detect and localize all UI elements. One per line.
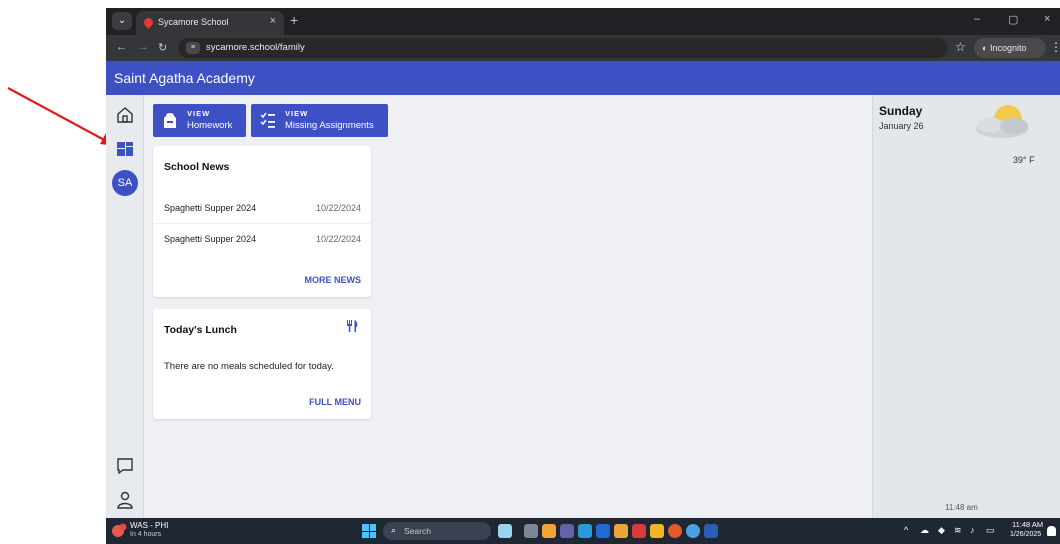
fork-knife-icon: [347, 320, 358, 332]
weather-date: January 26: [879, 121, 924, 131]
onedrive-icon[interactable]: ☁: [920, 525, 929, 536]
search-placeholder: Search: [404, 526, 431, 536]
taskbar-date[interactable]: 1/26/2025: [1010, 531, 1041, 538]
edge-icon[interactable]: [578, 524, 592, 538]
notification-bell-icon[interactable]: [1047, 526, 1056, 536]
web-page: Saint Agatha Academy SA VIEW Homework VI…: [106, 61, 1060, 518]
chrome-icon[interactable]: [668, 524, 682, 538]
news-title: Spaghetti Supper 2024: [164, 234, 257, 244]
card-title: Today's Lunch: [164, 324, 237, 336]
battery-icon[interactable]: ▭: [986, 525, 995, 536]
button-label: Homework: [187, 120, 233, 131]
news-item[interactable]: Spaghetti Supper 2024 10/22/2024: [153, 225, 371, 255]
weather-updated-time: 11:48 am: [945, 503, 978, 512]
back-icon[interactable]: ←: [116, 41, 127, 53]
word-icon[interactable]: [704, 524, 718, 538]
news-date: 10/22/2024: [315, 203, 361, 213]
incognito-label: Incognito: [989, 43, 1027, 53]
tray-overflow-icon[interactable]: ^: [904, 525, 908, 535]
tab-strip: ⌄ Sycamore School × + – ▢ ×: [106, 8, 1060, 35]
side-rail: SA: [106, 95, 144, 518]
search-icon: ⌕: [391, 525, 397, 535]
avatar[interactable]: SA: [112, 170, 138, 196]
window-close-icon[interactable]: ×: [1044, 13, 1050, 25]
taskbar-search[interactable]: ⌕ Search: [383, 522, 491, 540]
main-content: VIEW Homework VIEW Missing Assignments S…: [144, 95, 872, 518]
chat-icon[interactable]: [115, 456, 135, 476]
todays-lunch-card: Today's Lunch There are no meals schedul…: [153, 309, 371, 419]
file-explorer-icon[interactable]: [650, 524, 664, 538]
forward-icon[interactable]: →: [138, 41, 149, 53]
tab-search-button[interactable]: ⌄: [112, 12, 132, 30]
teams-icon[interactable]: [560, 524, 574, 538]
dashboard-icon[interactable]: [115, 139, 135, 159]
site-info-icon[interactable]: ≡: [186, 42, 200, 54]
taskbar-time[interactable]: 11:48 AM: [1012, 520, 1043, 529]
address-bar[interactable]: ≡ sycamore.school/family: [178, 38, 948, 58]
site-favicon: [142, 16, 155, 29]
start-button[interactable]: [362, 524, 376, 538]
button-caption: VIEW: [187, 109, 211, 118]
task-view-icon[interactable]: [524, 524, 538, 538]
weather-panel: Sunday January 26 39° F 11:48 am: [872, 95, 1060, 518]
mcafee-icon[interactable]: [632, 524, 646, 538]
backpack-icon: [164, 113, 176, 128]
more-news-link[interactable]: MORE NEWS: [304, 275, 361, 285]
weather-temperature: 39° F: [1013, 155, 1035, 165]
partly-cloudy-icon: [976, 105, 1028, 138]
card-title: School News: [164, 161, 230, 173]
taskbar: WAS - PHI In 4 hours ⌕ Search ^ ☁ ◆ ≋ ♪ …: [106, 518, 1060, 544]
chrome-canary-icon[interactable]: [686, 524, 700, 538]
screen: ⌄ Sycamore School × + – ▢ × ← → ↻ ≡ syca…: [0, 0, 1060, 544]
view-homework-button[interactable]: VIEW Homework: [153, 104, 246, 137]
weather-sublabel: In 4 hours: [130, 531, 162, 538]
widgets-app-icon[interactable]: [498, 524, 512, 538]
news-title: Spaghetti Supper 2024: [164, 203, 257, 213]
reload-icon[interactable]: ↻: [158, 41, 167, 54]
checklist-icon: [260, 112, 275, 128]
person-icon[interactable]: [115, 490, 135, 510]
new-tab-icon[interactable]: +: [290, 12, 298, 28]
bookmark-star-icon[interactable]: ☆: [955, 40, 966, 54]
weather-widget-icon[interactable]: [110, 522, 128, 540]
view-missing-assignments-button[interactable]: VIEW Missing Assignments: [251, 104, 388, 137]
app-header: Saint Agatha Academy: [106, 61, 1060, 95]
button-caption: VIEW: [285, 109, 309, 118]
school-news-card: School News Spaghetti Supper 2024 10/22/…: [153, 146, 371, 297]
restore-icon[interactable]: ▢: [1008, 13, 1018, 26]
volume-icon[interactable]: ♪: [970, 525, 975, 535]
school-name: Saint Agatha Academy: [114, 70, 255, 86]
weather-day: Sunday: [879, 104, 923, 118]
wifi-icon[interactable]: ≋: [954, 525, 962, 536]
browser-menu-icon[interactable]: ⋮: [1050, 40, 1060, 54]
security-icon[interactable]: ◆: [938, 525, 945, 536]
home-icon[interactable]: [115, 105, 135, 125]
incognito-icon: ◐: [982, 43, 990, 53]
copilot-icon[interactable]: [542, 524, 556, 538]
url-text: sycamore.school/family: [206, 42, 305, 53]
tab-title: Sycamore School: [158, 17, 229, 27]
minimize-icon[interactable]: –: [974, 13, 980, 25]
weather-location: WAS - PHI: [130, 521, 169, 530]
full-menu-link[interactable]: FULL MENU: [309, 397, 361, 407]
tab-close-icon[interactable]: ×: [270, 15, 276, 27]
store-icon[interactable]: [596, 524, 610, 538]
lunch-message: There are no meals scheduled for today.: [164, 361, 334, 372]
app-icon[interactable]: [614, 524, 628, 538]
news-date: 10/22/2024: [315, 234, 361, 244]
address-toolbar: ← → ↻ ≡ sycamore.school/family ☆ ◐ Incog…: [106, 35, 1060, 61]
incognito-badge[interactable]: ◐ Incognito: [974, 38, 1046, 58]
browser-tab[interactable]: Sycamore School ×: [136, 11, 284, 35]
button-label: Missing Assignments: [285, 120, 374, 131]
browser-window: ⌄ Sycamore School × + – ▢ × ← → ↻ ≡ syca…: [106, 8, 1060, 518]
news-item[interactable]: Spaghetti Supper 2024 10/22/2024: [153, 194, 371, 224]
